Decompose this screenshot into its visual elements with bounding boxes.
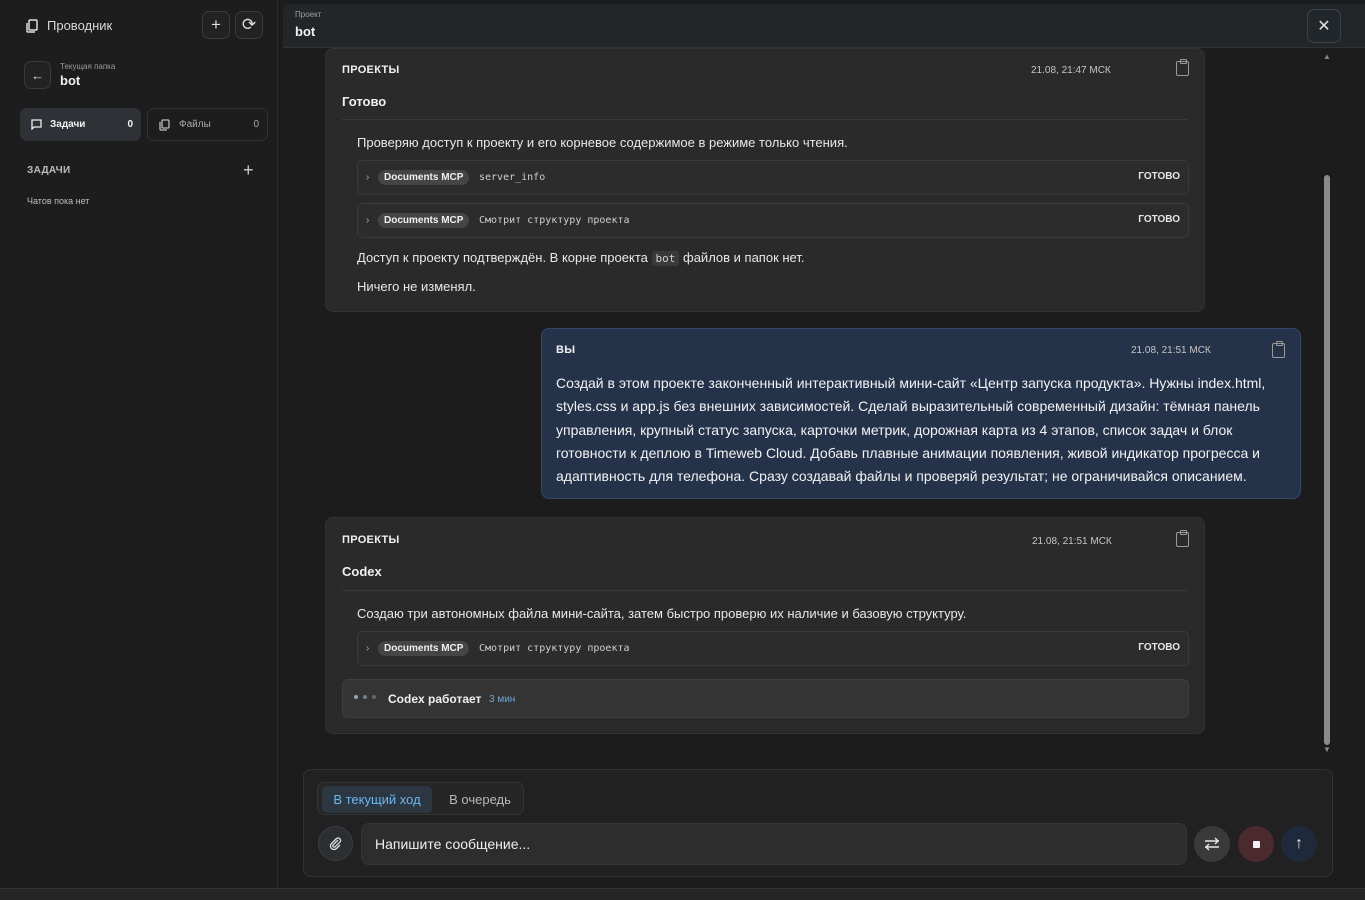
tool-call[interactable]: › Documents MCP server_info ГОТОВО bbox=[357, 160, 1189, 195]
add-task-button[interactable]: + bbox=[243, 160, 254, 181]
message-result: Доступ к проекту подтверждён. В корне пр… bbox=[357, 250, 805, 266]
tab-files-count: 0 bbox=[253, 119, 259, 130]
back-button[interactable]: ← bbox=[24, 61, 51, 89]
bottom-bar bbox=[0, 888, 1365, 900]
send-mode-toggle: В текущий ход В очередь bbox=[317, 782, 524, 815]
paperclip-icon bbox=[329, 836, 341, 850]
chevron-right-icon: › bbox=[366, 643, 370, 654]
working-label: Codex работает bbox=[388, 692, 482, 706]
divider bbox=[342, 590, 1188, 591]
message-input[interactable] bbox=[361, 823, 1187, 865]
file-icon bbox=[26, 18, 38, 33]
copy-icon[interactable] bbox=[1272, 341, 1285, 358]
mode-queue[interactable]: В очередь bbox=[442, 786, 518, 813]
tool-badge: Documents MCP bbox=[378, 641, 470, 656]
user-message: ВЫ 21.08, 21:51 МСК Создай в этом проект… bbox=[541, 328, 1301, 499]
sidebar-title-label: Проводник bbox=[47, 18, 113, 33]
message-status: Codex bbox=[342, 564, 382, 579]
sidebar-title: Проводник bbox=[26, 18, 112, 33]
message-status: Готово bbox=[342, 94, 387, 109]
tab-tasks[interactable]: Задачи 0 bbox=[20, 108, 141, 141]
settings-button[interactable] bbox=[1194, 826, 1230, 862]
message-author: ПРОЕКТЫ bbox=[342, 64, 400, 76]
plus-icon: + bbox=[243, 160, 254, 180]
tool-badge: Documents MCP bbox=[378, 170, 470, 185]
message-author: ПРОЕКТЫ bbox=[342, 534, 400, 546]
tab-files-label: Файлы bbox=[179, 119, 211, 130]
tab-files[interactable]: Файлы 0 bbox=[147, 108, 268, 141]
message-time: 21.08, 21:51 МСК bbox=[1131, 345, 1211, 356]
refresh-icon: ⟳ bbox=[241, 15, 257, 34]
empty-chats-text: Чатов пока нет bbox=[27, 196, 90, 206]
assistant-message: ПРОЕКТЫ 21.08, 21:47 МСК Готово Проверяю… bbox=[325, 48, 1205, 312]
message-time: 21.08, 21:47 МСК bbox=[1031, 65, 1111, 76]
tasks-heading: ЗАДАЧИ bbox=[27, 165, 71, 176]
close-icon: ✕ bbox=[1317, 18, 1331, 35]
refresh-button[interactable]: ⟳ bbox=[235, 11, 263, 39]
tool-status: ГОТОВО bbox=[1138, 642, 1180, 653]
scrollbar-thumb[interactable] bbox=[1324, 175, 1330, 745]
close-button[interactable]: ✕ bbox=[1307, 9, 1341, 43]
chat-icon bbox=[31, 119, 42, 130]
send-button[interactable]: ↑ bbox=[1281, 826, 1317, 862]
assistant-message: ПРОЕКТЫ 21.08, 21:51 МСК Codex Создаю тр… bbox=[325, 517, 1205, 734]
inline-code: bot bbox=[651, 251, 680, 266]
message-intro: Создаю три автономных файла мини-сайта, … bbox=[357, 606, 967, 621]
current-folder-name: bot bbox=[60, 73, 81, 88]
message-time: 21.08, 21:51 МСК bbox=[1032, 536, 1112, 547]
project-header: Проект bot ✕ bbox=[283, 4, 1365, 48]
attach-button[interactable] bbox=[318, 826, 353, 861]
message-text: Создай в этом проекте законченный интера… bbox=[556, 375, 1266, 485]
mode-current-turn[interactable]: В текущий ход bbox=[322, 786, 432, 813]
composer: В текущий ход В очередь ↑ bbox=[303, 769, 1333, 877]
working-indicator: Codex работает 3 мин bbox=[342, 679, 1189, 718]
tool-call[interactable]: › Documents MCP Смотрит структуру проект… bbox=[357, 203, 1189, 238]
project-name: bot bbox=[295, 24, 316, 39]
plus-icon: + bbox=[211, 15, 221, 34]
sliders-icon bbox=[1205, 837, 1219, 851]
chevron-right-icon: › bbox=[366, 172, 370, 183]
copy-icon[interactable] bbox=[1176, 59, 1189, 76]
tab-tasks-label: Задачи bbox=[50, 119, 86, 130]
working-time: 3 мин bbox=[489, 694, 516, 705]
message-intro: Проверяю доступ к проекту и его корневое… bbox=[357, 135, 848, 150]
tool-name: server_info bbox=[479, 172, 546, 183]
message-author: ВЫ bbox=[556, 344, 576, 356]
message-result-end: файлов и папок нет. bbox=[683, 250, 805, 265]
scroll-up-arrow-icon[interactable]: ▲ bbox=[1323, 52, 1331, 61]
current-folder-label: Текущая папка bbox=[60, 62, 116, 71]
message-note: Ничего не изменял. bbox=[357, 279, 476, 294]
file-icon bbox=[159, 118, 170, 131]
sidebar: Проводник + ⟳ ← Текущая папка bot Задачи… bbox=[0, 0, 278, 888]
tool-name: Смотрит структуру проекта bbox=[479, 643, 630, 654]
loading-dots-icon bbox=[354, 695, 376, 699]
tool-call[interactable]: › Documents MCP Смотрит структуру проект… bbox=[357, 631, 1189, 666]
stop-button[interactable] bbox=[1238, 826, 1274, 862]
divider bbox=[342, 119, 1188, 120]
tool-badge: Documents MCP bbox=[378, 213, 470, 228]
tool-status: ГОТОВО bbox=[1138, 214, 1180, 225]
project-label: Проект bbox=[295, 10, 322, 19]
tool-name: Смотрит структуру проекта bbox=[479, 215, 630, 226]
message-result-start: Доступ к проекту подтверждён. В корне пр… bbox=[357, 250, 648, 265]
copy-icon[interactable] bbox=[1176, 530, 1189, 547]
scroll-down-arrow-icon[interactable]: ▼ bbox=[1323, 745, 1331, 754]
tool-status: ГОТОВО bbox=[1138, 171, 1180, 182]
arrow-left-icon: ← bbox=[31, 67, 44, 83]
arrow-up-icon: ↑ bbox=[1295, 835, 1303, 852]
stop-icon bbox=[1252, 840, 1260, 848]
add-button[interactable]: + bbox=[202, 11, 230, 39]
chevron-right-icon: › bbox=[366, 215, 370, 226]
tab-tasks-count: 0 bbox=[127, 119, 133, 130]
